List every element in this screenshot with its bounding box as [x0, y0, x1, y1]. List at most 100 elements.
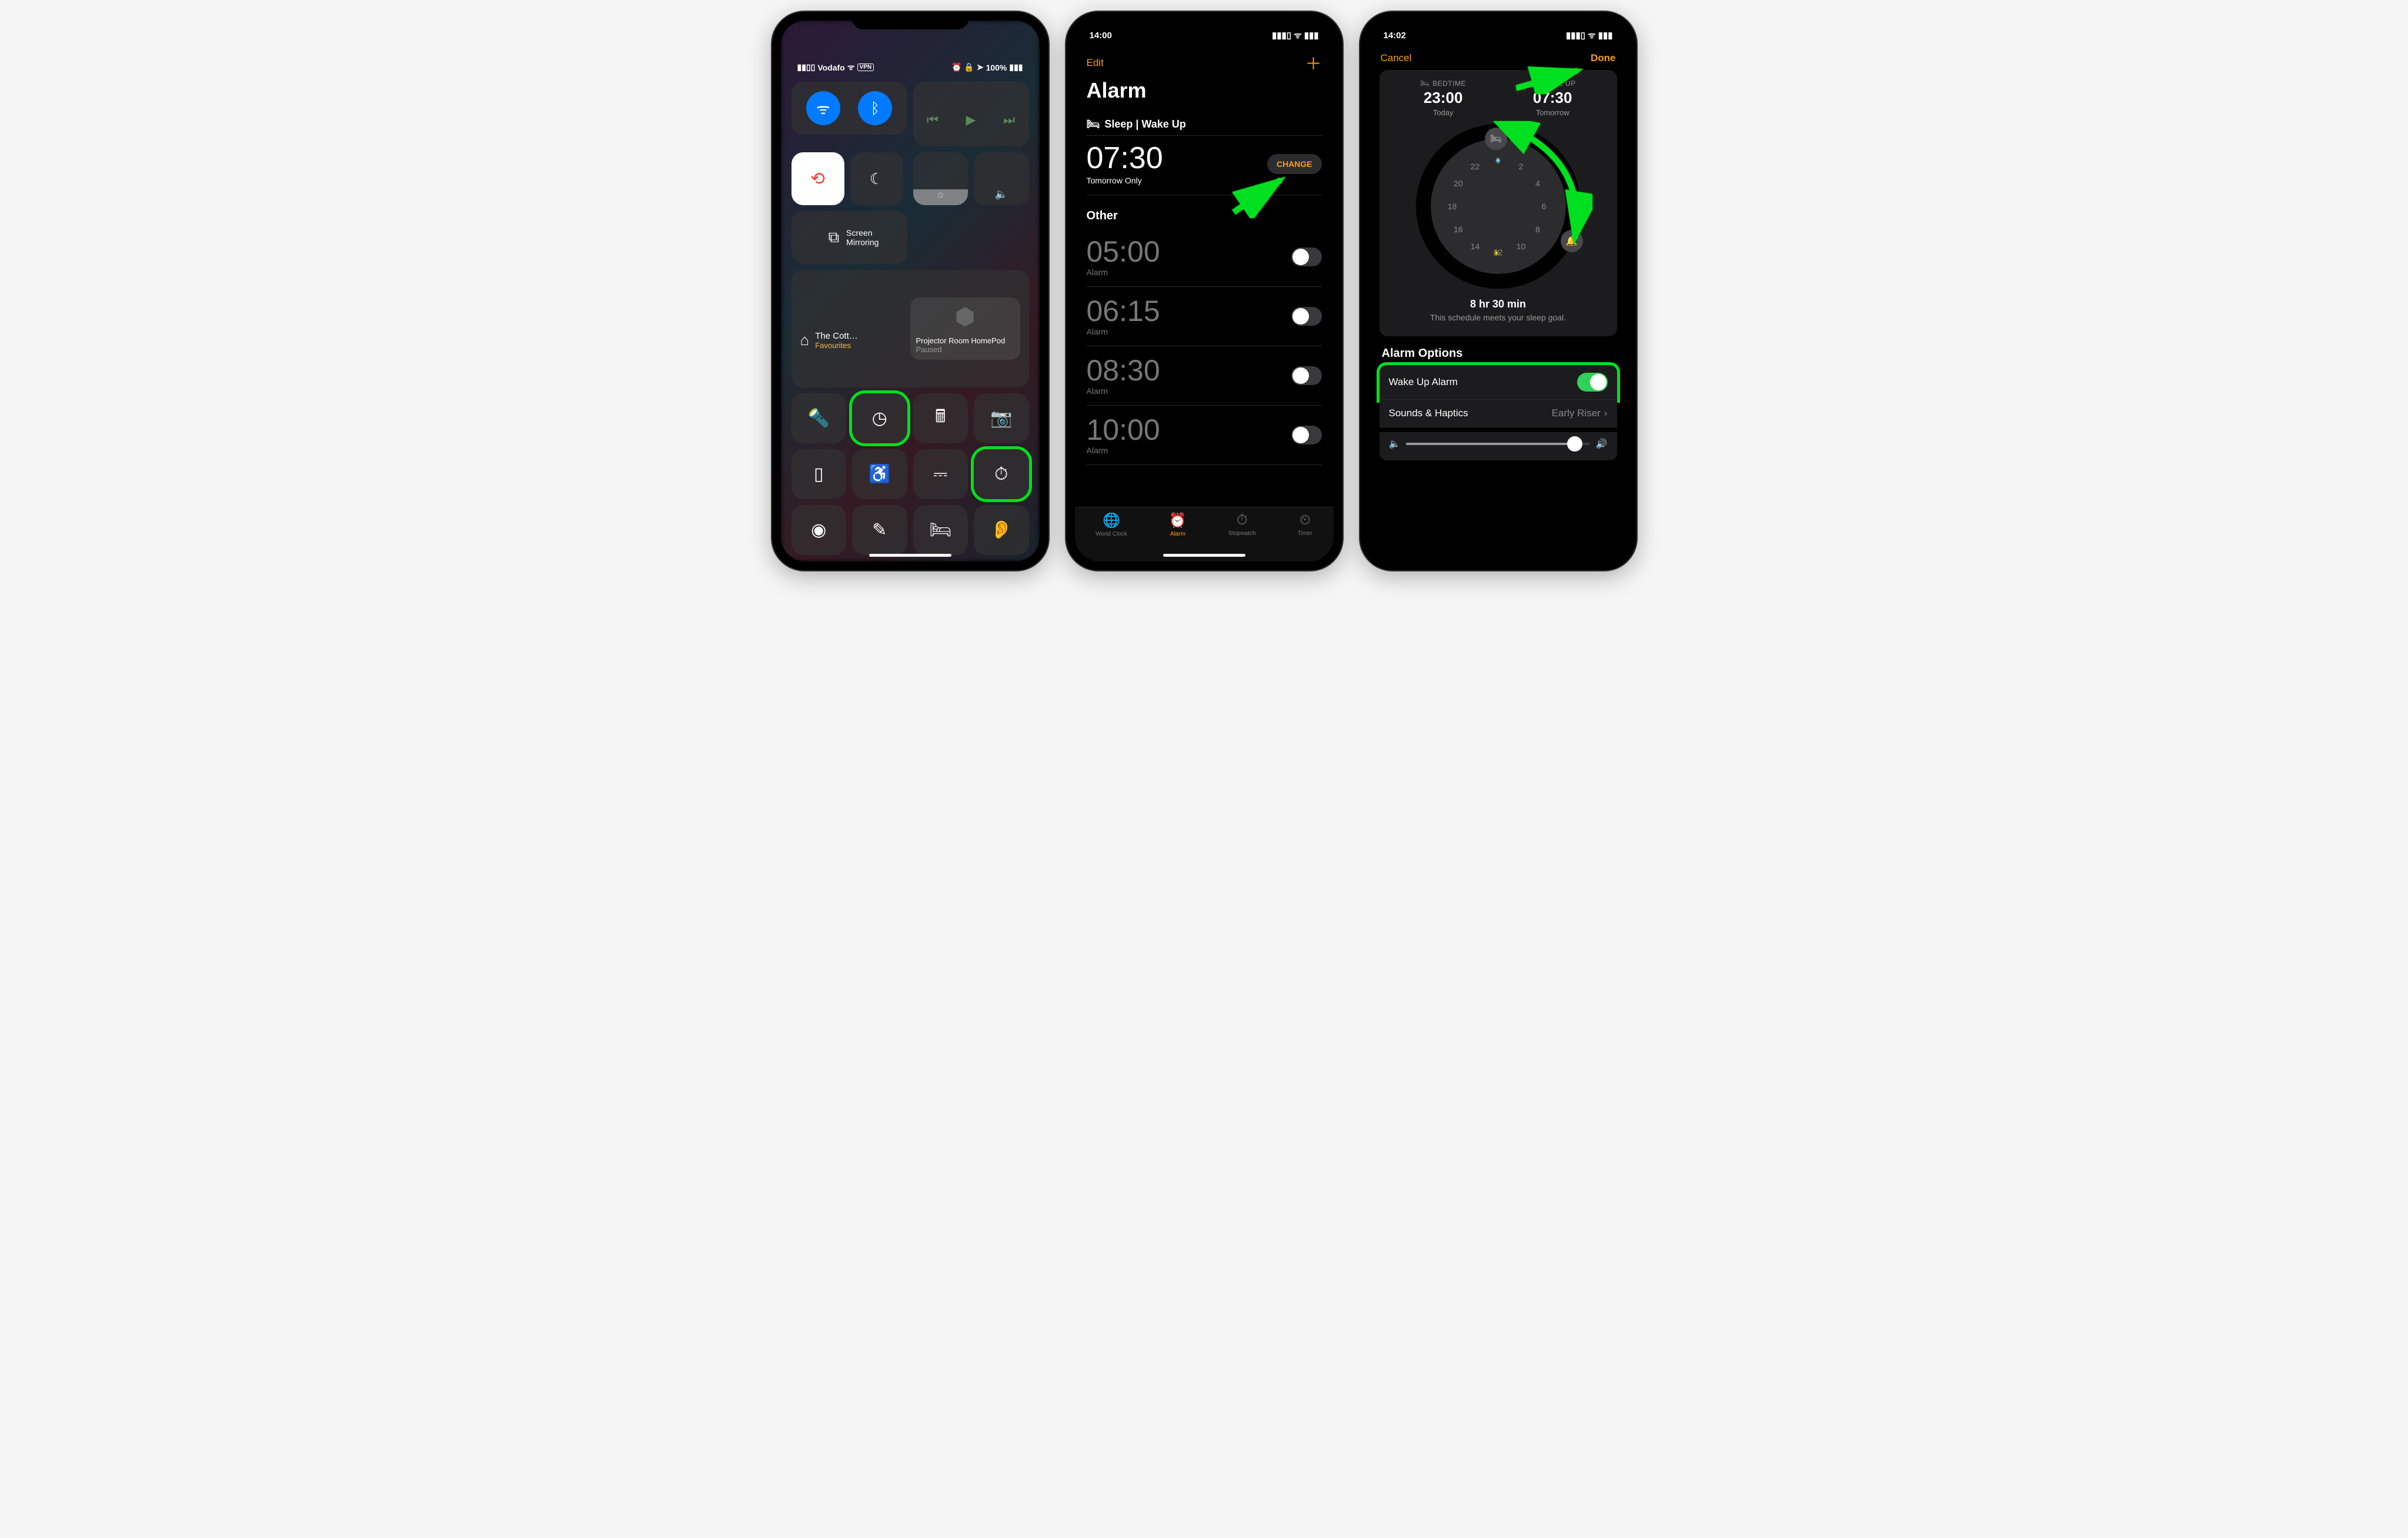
camera-button[interactable]: 📷 [974, 393, 1029, 443]
speaker-icon: 🔈 [995, 188, 1008, 200]
status-bar: ▮▮▯▯ Vodafo ᯤ VPN ⏰ 🔒 ➤ 100% ▮▮▮ [791, 21, 1029, 82]
homepod-tile[interactable]: ⬢ Projector Room HomePod Paused [910, 297, 1020, 360]
annotation-arrow-done [1516, 65, 1587, 94]
schedule-card: 🛏BEDTIME 23:00 Today 🔔WAKE UP 07:30 Tomo… [1380, 70, 1617, 336]
voice-memo-button[interactable]: ⎓ [913, 449, 968, 499]
edit-button[interactable]: Edit [1087, 57, 1104, 69]
home-indicator[interactable] [869, 554, 951, 557]
sleep-wake-header: 🛏 Sleep | Wake Up [1087, 113, 1322, 136]
screen-mirroring-tile[interactable]: ⧉ Screen Mirroring [791, 211, 907, 264]
alarm-row[interactable]: 08:30 Alarm [1087, 346, 1322, 406]
sounds-label: Sounds & Haptics [1389, 407, 1468, 419]
bed-icon: 🛏 [1420, 79, 1430, 88]
battery-icon: ▮▮▮ [1304, 30, 1319, 41]
alarm-label: Alarm [1087, 327, 1160, 336]
remote-button[interactable]: ▯ [791, 449, 847, 499]
sleep-wake-label: Sleep | Wake Up [1104, 118, 1185, 131]
page-title: Alarm [1087, 78, 1322, 103]
alarm-toggle[interactable] [1291, 307, 1322, 326]
alarm-toggle[interactable] [1291, 366, 1322, 385]
tab-alarm[interactable]: ⏰ Alarm [1169, 512, 1187, 537]
notes-button[interactable]: ✎ [852, 505, 907, 555]
mirror-label: Screen Mirroring [846, 228, 879, 247]
annotation-arrow-dial [1487, 121, 1592, 250]
alarm-row[interactable]: 05:00 Alarm [1087, 228, 1322, 287]
sleep-button[interactable]: 🛏 [913, 505, 968, 555]
timer-button[interactable]: ◷ [852, 393, 907, 443]
home-indicator[interactable] [1163, 554, 1245, 557]
mirror-icon: ⧉ [829, 228, 840, 247]
status-time: 14:00 [1090, 31, 1112, 41]
phone-sleep-schedule: 14:02 ▮▮▮▯ ᯤ ▮▮▮ Cancel Done 🛏BEDTIME 23… [1360, 12, 1636, 570]
location-icon: ➤ [977, 62, 984, 72]
connectivity-tile[interactable]: ᯤ ᛒ [791, 82, 907, 135]
vpn-badge: VPN [857, 63, 874, 71]
bedtime-label: BEDTIME [1432, 79, 1466, 88]
accessibility-icon: ♿ [869, 464, 890, 484]
brightness-slider[interactable]: ☼ [913, 152, 968, 205]
alarm-label: Alarm [1087, 446, 1160, 455]
calculator-icon: 🖩 [935, 403, 946, 433]
media-controls-tile[interactable]: ⏮ ▶ ⏭ [913, 82, 1029, 146]
play-icon[interactable]: ▶ [966, 112, 976, 128]
alarm-toggle[interactable] [1291, 426, 1322, 444]
alarm-label: Alarm [1087, 386, 1160, 396]
stopwatch-icon: ⏱ [994, 464, 1008, 484]
waveform-icon: ⎓ [933, 464, 947, 484]
bluetooth-toggle[interactable]: ᛒ [858, 91, 892, 125]
bedtime-day: Today [1420, 108, 1466, 117]
volume-slider-track[interactable] [1406, 443, 1589, 445]
home-fav-sub: Favourites [815, 341, 858, 350]
wake-up-alarm-row[interactable]: Wake Up Alarm [1380, 365, 1617, 400]
alarm-button[interactable]: ⏱ [974, 449, 1029, 499]
timer-icon: ◷ [872, 408, 887, 429]
wake-time: 07:30 [1087, 143, 1163, 173]
alarm-icon: ⏰ [1169, 512, 1187, 529]
signal-icon: ▮▮▯▯ [797, 62, 816, 72]
remote-icon: ▯ [814, 464, 824, 484]
tab-stopwatch[interactable]: ⏱ Stopwatch [1228, 512, 1256, 537]
calculator-button[interactable]: 🖩 [913, 393, 968, 443]
alarm-toggle[interactable] [1291, 248, 1322, 266]
volume-row[interactable]: 🔈 🔊 [1380, 432, 1617, 460]
accessibility-button[interactable]: ♿ [852, 449, 907, 499]
do-not-disturb-button[interactable]: ☾ [850, 152, 903, 205]
alarm-row[interactable]: 06:15 Alarm [1087, 287, 1322, 346]
wake-up-alarm-toggle[interactable] [1577, 373, 1608, 392]
wifi-toggle[interactable]: ᯤ [806, 91, 840, 125]
alarm-icon: ⏰ [951, 62, 961, 72]
signal-icon: ▮▮▮▯ [1272, 30, 1291, 41]
volume-slider[interactable]: 🔈 [974, 152, 1029, 205]
alarm-time: 10:00 [1087, 415, 1160, 444]
moon-icon: ☾ [870, 170, 883, 188]
sleep-dial[interactable]: 0246810121416182022 🛏 🔔 ✦ ☀ [1416, 124, 1581, 289]
rotation-lock-button[interactable]: ⟲ [791, 152, 844, 205]
home-tile[interactable]: ⌂ The Cott… Favourites ⬢ Projector Room … [791, 270, 1029, 387]
screen-record-button[interactable]: ◉ [791, 505, 847, 555]
sounds-haptics-row[interactable]: Sounds & Haptics Early Riser › [1380, 400, 1617, 427]
status-time: 14:02 [1384, 31, 1406, 41]
bedtime-time: 23:00 [1420, 89, 1466, 107]
rewind-icon[interactable]: ⏮ [927, 112, 939, 128]
brightness-icon: ☼ [936, 188, 946, 200]
dial-number: 20 [1454, 179, 1463, 188]
tab-timer[interactable]: ⏲ Timer [1298, 512, 1312, 537]
tab-label: World Clock [1096, 531, 1127, 537]
phone-control-center: ▮▮▯▯ Vodafo ᯤ VPN ⏰ 🔒 ➤ 100% ▮▮▮ ᯤ ᛒ [772, 12, 1048, 570]
cancel-button[interactable]: Cancel [1381, 52, 1412, 64]
add-alarm-button[interactable]: ＋ [1305, 51, 1321, 75]
done-button[interactable]: Done [1591, 52, 1616, 64]
homepod-icon: ⬢ [916, 303, 1014, 330]
battery-icon: ▮▮▮ [1009, 62, 1023, 72]
home-icon: ⌂ [800, 331, 810, 349]
hearing-button[interactable]: 👂 [974, 505, 1029, 555]
dial-number: 14 [1471, 242, 1480, 251]
forward-icon[interactable]: ⏭ [1003, 112, 1015, 128]
homepod-title: Projector Room HomePod [916, 336, 1014, 345]
alarm-row[interactable]: 10:00 Alarm [1087, 406, 1322, 465]
chevron-right-icon: › [1604, 407, 1608, 419]
tab-label: Alarm [1170, 531, 1185, 537]
flashlight-button[interactable]: 🔦 [791, 393, 847, 443]
alarm-options-title: Alarm Options [1369, 336, 1628, 365]
tab-world-clock[interactable]: 🌐 World Clock [1096, 512, 1127, 537]
